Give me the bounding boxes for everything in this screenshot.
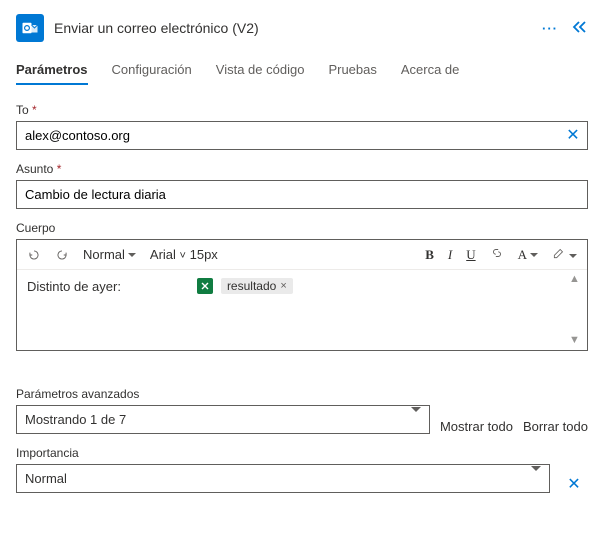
tab-params[interactable]: Parámetros [16,62,88,85]
subject-input[interactable] [17,181,587,208]
editor-body[interactable]: Distinto de ayer: resultado× ▲ ▼ [17,270,587,350]
font-select[interactable]: Arial ˅ 15px [150,247,218,262]
body-text: Distinto de ayer: [27,279,121,294]
underline-button[interactable]: U [466,247,475,263]
editor-toolbar: Normal Arial ˅ 15px B I U A [17,240,587,270]
advanced-value: Mostrando 1 de 7 [25,412,126,427]
clear-importance-button[interactable]: ✕ [560,477,588,493]
importance-label: Importancia [16,446,588,460]
clear-to-button[interactable]: ✕ [559,128,587,144]
chevron-down-icon [531,466,541,491]
chevron-down-icon [411,407,421,432]
field-importance: Importancia Normal ✕ [16,446,588,493]
advanced-select[interactable]: Mostrando 1 de 7 [16,405,430,434]
tab-code[interactable]: Vista de código [216,62,305,85]
collapse-button[interactable] [572,20,588,37]
scroll-down-icon[interactable]: ▼ [569,335,583,346]
editor-scrollbar[interactable]: ▲ ▼ [569,274,583,346]
heading-select[interactable]: Normal [83,247,136,262]
tab-about[interactable]: Acerca de [401,62,460,85]
field-to: To * ✕ [16,103,588,150]
importance-value: Normal [25,471,67,486]
to-input[interactable] [17,122,559,149]
tab-config[interactable]: Configuración [112,62,192,85]
token-remove[interactable]: × [280,280,286,292]
rich-editor: Normal Arial ˅ 15px B I U A Distinto de … [16,239,588,351]
font-color-button[interactable]: A [518,247,538,263]
advanced-label: Parámetros avanzados [16,387,588,401]
subject-label: Asunto * [16,162,588,176]
italic-button[interactable]: I [448,247,452,263]
bold-button[interactable]: B [425,247,434,263]
link-button[interactable] [490,246,504,263]
card-header: Enviar un correo electrónico (V2) ··· [16,14,588,42]
redo-button[interactable] [55,248,69,262]
card-title: Enviar un correo electrónico (V2) [54,20,532,36]
to-label: To * [16,103,588,117]
field-body: Cuerpo Normal Arial ˅ 15px B I U A Disti… [16,221,588,351]
tab-tests[interactable]: Pruebas [328,62,376,85]
dynamic-token[interactable]: resultado× [221,278,293,294]
importance-select[interactable]: Normal [16,464,550,493]
show-all-link[interactable]: Mostrar todo [440,419,513,434]
more-menu[interactable]: ··· [542,21,558,36]
body-label: Cuerpo [16,221,588,235]
undo-button[interactable] [27,248,41,262]
field-advanced: Parámetros avanzados Mostrando 1 de 7 Mo… [16,387,588,434]
clear-all-link[interactable]: Borrar todo [523,419,588,434]
excel-icon [197,278,213,294]
tab-bar: Parámetros Configuración Vista de código… [16,62,588,85]
highlight-button[interactable] [552,246,577,263]
outlook-icon [16,14,44,42]
scroll-up-icon[interactable]: ▲ [569,274,583,285]
field-subject: Asunto * [16,162,588,209]
